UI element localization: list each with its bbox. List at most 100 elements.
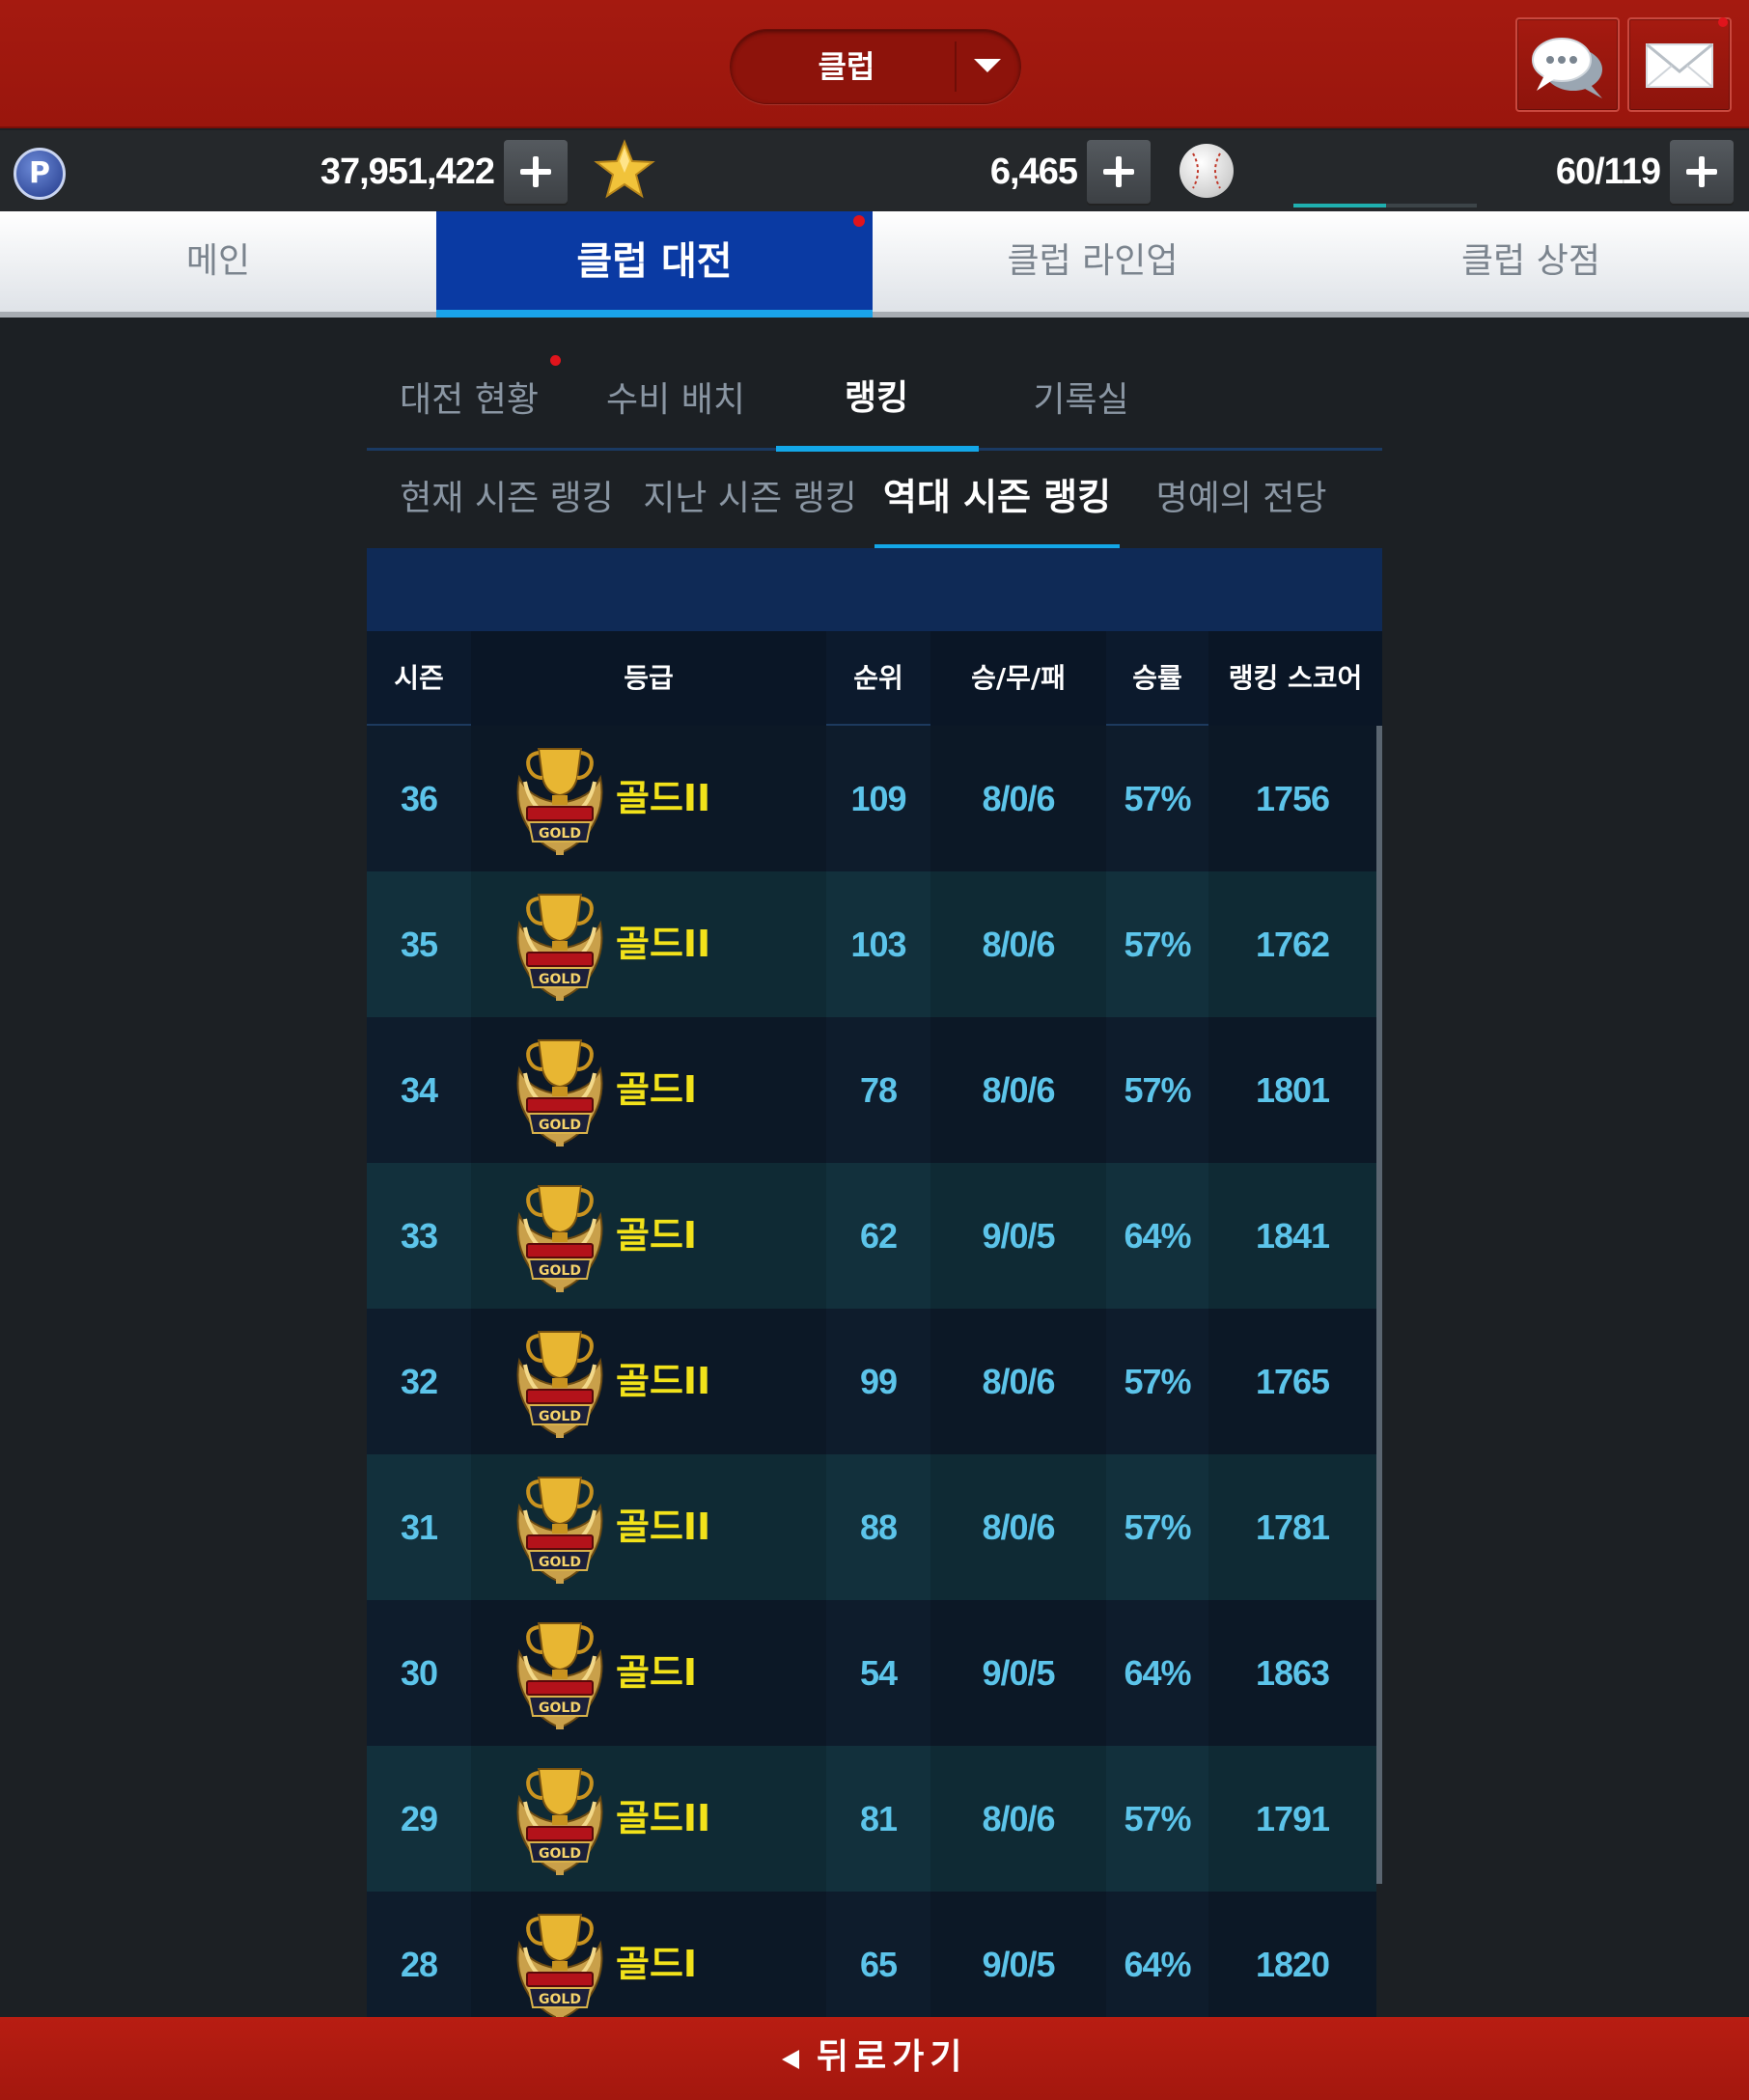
grade-label: 골드II xyxy=(616,1360,711,1402)
cell-record: 8/0/6 xyxy=(982,779,1055,818)
back-button[interactable]: 뒤로가기 xyxy=(772,2017,977,2100)
add-points-button[interactable] xyxy=(504,140,568,204)
chat-button[interactable] xyxy=(1515,17,1620,112)
tab-defense-position[interactable]: 수비 배치 xyxy=(593,365,759,436)
cell-rank: 62 xyxy=(859,1216,898,1256)
point-coin-icon: P xyxy=(14,148,66,200)
tab-club-shop[interactable]: 클럽 상점 xyxy=(1313,211,1749,312)
back-arrow-icon xyxy=(782,2050,799,2069)
table-row: 36 GOLD 골드II 109 8/0/6 57% 1756 xyxy=(367,726,1376,871)
emblem-text: GOLD xyxy=(539,1846,581,1862)
header-grade: 등급 xyxy=(471,631,826,726)
tab-main[interactable]: 메인 xyxy=(0,211,436,312)
tab-ranking[interactable]: 랭킹 xyxy=(776,363,977,434)
cell-grade: GOLD 골드II xyxy=(471,871,826,1017)
emblem-text: GOLD xyxy=(539,826,581,842)
club-select-dropdown[interactable]: 클럽 xyxy=(730,29,1021,104)
header-winrate: 승률 xyxy=(1132,662,1182,694)
cell-grade: GOLD 골드II xyxy=(471,1746,826,1892)
notification-dot xyxy=(1718,17,1728,27)
tab-club-lineup[interactable]: 클럽 라인업 xyxy=(874,211,1311,312)
cell-rank: 88 xyxy=(859,1507,898,1547)
cell-winrate: 64% xyxy=(1124,1653,1191,1693)
tab-battle-status[interactable]: 대전 현황 xyxy=(386,365,552,436)
cell-winrate: 57% xyxy=(1124,1799,1191,1838)
gold-trophy-emblem-icon: GOLD xyxy=(516,1477,603,1584)
header-record: 승/무/패 xyxy=(930,631,1106,726)
notification-dot xyxy=(550,355,561,366)
bottom-bar: 뒤로가기 xyxy=(0,2017,1749,2100)
cell-season: 36 xyxy=(400,779,438,818)
scrollbar-thumb[interactable] xyxy=(1376,726,1382,1884)
chevron-down-icon[interactable] xyxy=(974,59,1001,72)
scrollbar[interactable] xyxy=(1376,726,1382,1884)
tab-all-time-season-ranking[interactable]: 역대 시즌 랭킹 xyxy=(874,461,1120,533)
cell-grade: GOLD 골드I xyxy=(471,1017,826,1163)
cell-ranking-score: 1765 xyxy=(1255,1362,1330,1401)
grade-label: 골드II xyxy=(616,777,711,819)
table-row: 28 GOLD 골드I 65 9/0/5 64% 1820 xyxy=(367,1892,1376,2017)
grade-label: 골드II xyxy=(616,923,711,965)
tab-records[interactable]: 기록실 xyxy=(994,365,1168,436)
cell-season: 31 xyxy=(400,1507,438,1547)
emblem-text: GOLD xyxy=(539,1992,581,2007)
tab-current-season-ranking[interactable]: 현재 시즌 랭킹 xyxy=(398,463,616,535)
points-value: 37,951,422 xyxy=(319,152,495,192)
emblem-text: GOLD xyxy=(539,1555,581,1570)
cell-record: 8/0/6 xyxy=(982,1799,1055,1838)
active-tab-indicator xyxy=(776,446,979,452)
gold-trophy-emblem-icon: GOLD xyxy=(516,1768,603,1875)
cell-winrate: 64% xyxy=(1124,1216,1191,1256)
cell-ranking-score: 1762 xyxy=(1255,925,1330,964)
gold-trophy-emblem-icon: GOLD xyxy=(516,1914,603,2017)
add-stamina-button[interactable] xyxy=(1670,140,1734,204)
emblem-text: GOLD xyxy=(539,1263,581,1279)
table-row: 30 GOLD 골드I 54 9/0/5 64% 1863 xyxy=(367,1600,1376,1746)
cell-season: 28 xyxy=(400,1945,438,1984)
cell-rank: 109 xyxy=(850,779,906,818)
cell-ranking-score: 1801 xyxy=(1255,1070,1330,1110)
grade-label: 골드I xyxy=(616,1068,698,1111)
grade-label: 골드II xyxy=(616,1506,711,1548)
tab-hall-of-fame[interactable]: 명예의 전당 xyxy=(1145,463,1338,535)
grade-label: 골드I xyxy=(616,1651,698,1694)
cell-ranking-score: 1863 xyxy=(1255,1653,1330,1693)
cell-record: 9/0/5 xyxy=(982,1945,1055,1984)
add-stars-button[interactable] xyxy=(1087,140,1151,204)
divider xyxy=(955,41,957,92)
cell-rank: 65 xyxy=(859,1945,898,1984)
tab-last-season-ranking[interactable]: 지난 시즌 랭킹 xyxy=(641,463,859,535)
gold-trophy-emblem-icon: GOLD xyxy=(516,1622,603,1729)
cell-season: 33 xyxy=(400,1216,438,1256)
currency-bar: P 37,951,422 6,465 60/119 xyxy=(0,130,1749,211)
cell-winrate: 57% xyxy=(1124,779,1191,818)
cell-grade: GOLD 골드I xyxy=(471,1600,826,1746)
emblem-text: GOLD xyxy=(539,1409,581,1424)
cell-winrate: 57% xyxy=(1124,1507,1191,1547)
table-header: 시즌 등급 순위 승/무/패 승률 랭킹 스코어 xyxy=(367,631,1382,726)
cell-winrate: 57% xyxy=(1124,1362,1191,1401)
cell-record: 8/0/6 xyxy=(982,1362,1055,1401)
top-bar: 클럽 xyxy=(0,0,1749,128)
cell-grade: GOLD 골드II xyxy=(471,1454,826,1600)
cell-record: 9/0/5 xyxy=(982,1653,1055,1693)
mail-button[interactable] xyxy=(1627,17,1732,112)
cell-grade: GOLD 골드I xyxy=(471,1892,826,2017)
cell-season: 34 xyxy=(400,1070,438,1110)
star-icon xyxy=(594,139,655,199)
main-tab-bar: 메인 클럽 대전 클럽 라인업 클럽 상점 xyxy=(0,211,1749,318)
tab-club-battle[interactable]: 클럽 대전 xyxy=(436,211,873,318)
gold-trophy-emblem-icon: GOLD xyxy=(516,748,603,855)
cell-ranking-score: 1791 xyxy=(1255,1799,1330,1838)
cell-rank: 103 xyxy=(850,925,906,964)
gold-trophy-emblem-icon: GOLD xyxy=(516,1185,603,1292)
cell-record: 8/0/6 xyxy=(982,1507,1055,1547)
club-select-label: 클럽 xyxy=(818,48,875,85)
cell-rank: 78 xyxy=(859,1070,898,1110)
cell-rank: 54 xyxy=(859,1653,898,1693)
stars-value: 6,465 xyxy=(989,152,1078,192)
cell-season: 32 xyxy=(400,1362,438,1401)
grade-label: 골드I xyxy=(616,1943,698,1985)
stamina-fill xyxy=(1293,204,1386,207)
cell-record: 9/0/5 xyxy=(982,1216,1055,1256)
